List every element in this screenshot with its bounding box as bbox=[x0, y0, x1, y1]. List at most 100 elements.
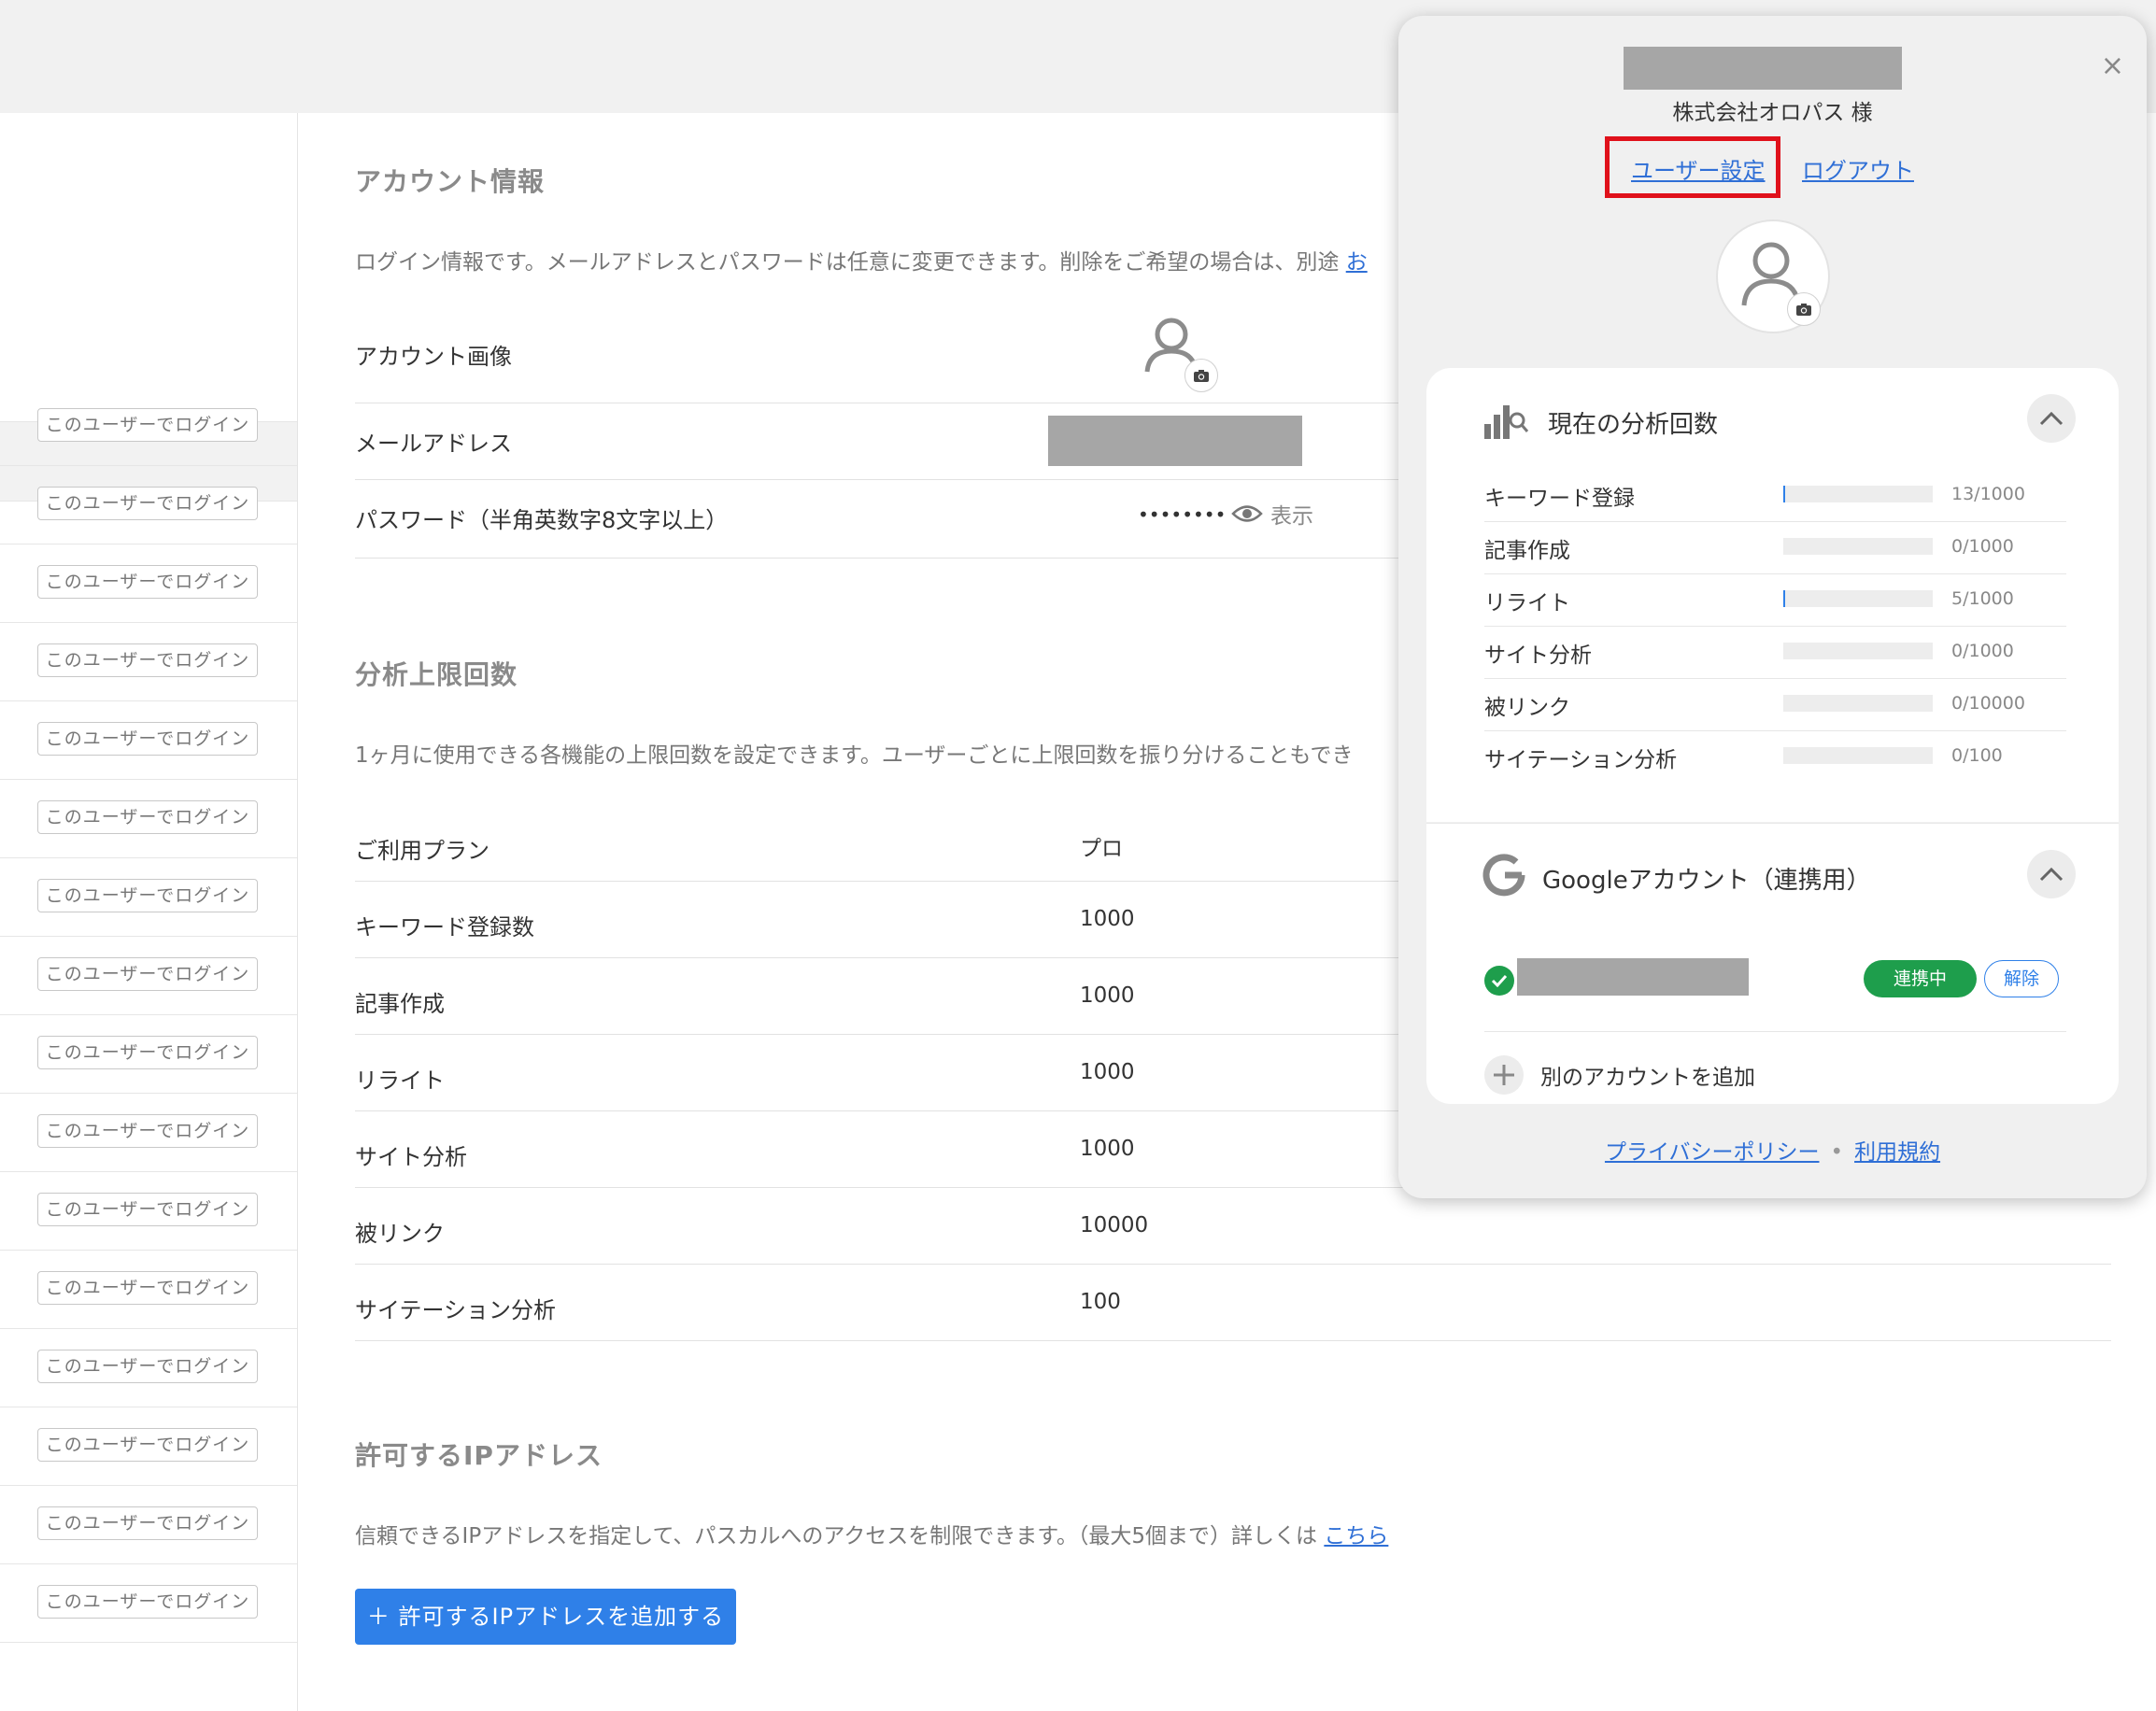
google-title: Googleアカウント（連携用） bbox=[1542, 867, 1871, 895]
close-icon[interactable]: × bbox=[2101, 49, 2124, 82]
limit-value: 1000 bbox=[1080, 1060, 1135, 1084]
chevron-up-icon bbox=[2039, 867, 2064, 882]
user-settings-link[interactable]: ユーザー設定 bbox=[1631, 152, 1766, 185]
limit-value: 1000 bbox=[1080, 907, 1135, 931]
usage-progress-bar bbox=[1783, 643, 1933, 659]
login-as-user-button[interactable]: このユーザーでログイン bbox=[37, 1350, 258, 1383]
login-as-user-button[interactable]: このユーザーでログイン bbox=[37, 722, 258, 756]
usage-count: 5/1000 bbox=[1951, 588, 2014, 609]
ip-details-link[interactable]: こちら bbox=[1324, 1524, 1388, 1548]
limits-description: 1ヶ月に使用できる各機能の上限回数を設定できます。ユーザーごとに上限回数を振り分… bbox=[355, 743, 1354, 768]
usage-row: リライト 5/1000 bbox=[1484, 573, 2066, 627]
sidebar-user-row: このユーザーでログイン bbox=[0, 1171, 297, 1251]
google-account-redacted bbox=[1517, 958, 1749, 996]
limit-value: 10000 bbox=[1080, 1213, 1149, 1237]
sidebar-user-row: このユーザーでログイン bbox=[0, 857, 297, 937]
usage-row: サイテーション分析 0/100 bbox=[1484, 730, 2066, 783]
sidebar-user-row: このユーザーでログイン bbox=[0, 1014, 297, 1094]
collapse-usage-button[interactable] bbox=[2027, 394, 2076, 443]
login-as-user-button[interactable]: このユーザーでログイン bbox=[37, 1585, 258, 1619]
sidebar-user-row: このユーザーでログイン bbox=[0, 700, 297, 780]
popup-camera-icon[interactable] bbox=[1787, 292, 1821, 326]
limit-row: 被リンク 10000 bbox=[355, 1187, 2111, 1265]
sidebar: このユーザーでログイン このユーザーでログイン このユーザーでログイン このユーザーで… bbox=[0, 113, 298, 1711]
limit-value: 1000 bbox=[1080, 983, 1135, 1008]
email-label: メールアドレス bbox=[355, 431, 512, 457]
email-redacted bbox=[1048, 416, 1302, 466]
usage-row: サイト分析 0/1000 bbox=[1484, 626, 2066, 679]
sidebar-user-row: このユーザーでログイン bbox=[0, 779, 297, 858]
sidebar-user-row: このユーザーでログイン bbox=[0, 1407, 297, 1486]
login-as-user-button[interactable]: このユーザーでログイン bbox=[37, 408, 258, 442]
login-as-user-button[interactable]: このユーザーでログイン bbox=[37, 1193, 258, 1226]
popup-avatar[interactable] bbox=[1716, 219, 1830, 333]
usage-count: 0/100 bbox=[1951, 745, 2003, 766]
camera-icon[interactable] bbox=[1184, 359, 1218, 392]
terms-link[interactable]: 利用規約 bbox=[1854, 1140, 1940, 1165]
linked-status-badge: 連携中 bbox=[1864, 960, 1977, 997]
limit-label: サイト分析 bbox=[355, 1144, 467, 1170]
ip-description-text: 信頼できるIPアドレスを指定して、パスカルへのアクセスを制限できます。（最大5個… bbox=[355, 1524, 1318, 1548]
login-as-user-button[interactable]: このユーザーでログイン bbox=[37, 879, 258, 912]
sidebar-user-row: このユーザーでログイン bbox=[0, 1485, 297, 1564]
sidebar-user-row: このユーザーでログイン bbox=[0, 1563, 297, 1643]
usage-label: サイト分析 bbox=[1484, 643, 1592, 668]
usage-label: 被リンク bbox=[1484, 696, 1570, 720]
privacy-link[interactable]: プライバシーポリシー bbox=[1605, 1140, 1820, 1165]
logout-link[interactable]: ログアウト bbox=[1802, 152, 1914, 185]
login-as-user-button[interactable]: このユーザーでログイン bbox=[37, 957, 258, 991]
usage-progress-bar bbox=[1783, 747, 1933, 764]
login-as-user-button[interactable]: このユーザーでログイン bbox=[37, 487, 258, 520]
separator-dot: • bbox=[1830, 1140, 1844, 1165]
login-as-user-button[interactable]: このユーザーでログイン bbox=[37, 1428, 258, 1462]
limit-value: 100 bbox=[1080, 1290, 1121, 1314]
usage-count: 0/10000 bbox=[1951, 693, 2025, 714]
limits-section-title: 分析上限回数 bbox=[355, 659, 518, 690]
login-as-user-button[interactable]: このユーザーでログイン bbox=[37, 800, 258, 834]
limit-row: サイテーション分析 100 bbox=[355, 1264, 2111, 1341]
login-as-user-button[interactable]: このユーザーでログイン bbox=[37, 1271, 258, 1305]
collapse-google-button[interactable] bbox=[2027, 850, 2076, 898]
login-as-user-button[interactable]: このユーザーでログイン bbox=[37, 565, 258, 599]
unlink-button[interactable]: 解除 bbox=[1984, 960, 2059, 997]
account-description-text: ログイン情報です。メールアドレスとパスワードは任意に変更できます。削除をご希望の… bbox=[355, 250, 1340, 275]
account-contact-link[interactable]: お bbox=[1346, 250, 1368, 275]
usage-progress-bar bbox=[1783, 695, 1933, 712]
ip-description: 信頼できるIPアドレスを指定して、パスカルへのアクセスを制限できます。（最大5個… bbox=[355, 1518, 1388, 1549]
usage-progress-bar bbox=[1783, 486, 1933, 502]
add-ip-button[interactable]: ＋ 許可するIPアドレスを追加する bbox=[355, 1589, 736, 1645]
add-account-button[interactable]: 別のアカウントを追加 bbox=[1484, 1055, 1755, 1095]
account-description: ログイン情報です。メールアドレスとパスワードは任意に変更できます。削除をご希望の… bbox=[355, 244, 1368, 276]
account-image-label: アカウント画像 bbox=[355, 344, 512, 370]
usage-row: 記事作成 0/1000 bbox=[1484, 521, 2066, 574]
google-icon bbox=[1482, 854, 1525, 897]
sidebar-user-row: このユーザーでログイン bbox=[0, 387, 297, 466]
usage-label: 記事作成 bbox=[1484, 539, 1570, 563]
ip-section-title: 許可するIPアドレス bbox=[355, 1440, 603, 1471]
show-password-label: 表示 bbox=[1270, 504, 1313, 529]
sidebar-user-row: このユーザーでログイン bbox=[0, 1328, 297, 1407]
sidebar-user-row: このユーザーでログイン bbox=[0, 936, 297, 1015]
usage-progress-fill bbox=[1783, 590, 1785, 607]
password-label: パスワード（半角英数字8文字以上） bbox=[355, 507, 729, 533]
login-as-user-button[interactable]: このユーザーでログイン bbox=[37, 1114, 258, 1148]
login-as-user-button[interactable]: このユーザーでログイン bbox=[37, 643, 258, 677]
usage-count: 0/1000 bbox=[1951, 641, 2014, 661]
sidebar-user-row: このユーザーでログイン bbox=[0, 1250, 297, 1329]
password-value: •••••••• bbox=[1138, 503, 1227, 526]
check-icon bbox=[1484, 966, 1514, 996]
usage-label: サイテーション分析 bbox=[1484, 748, 1678, 772]
usage-row: キーワード登録 13/1000 bbox=[1484, 469, 2066, 522]
limit-value: プロ bbox=[1080, 837, 1123, 861]
login-as-user-button[interactable]: このユーザーでログイン bbox=[37, 1036, 258, 1069]
limit-label: リライト bbox=[355, 1068, 445, 1094]
usage-progress-bar bbox=[1783, 590, 1933, 607]
limit-label: 記事作成 bbox=[355, 991, 445, 1017]
user-name-redacted bbox=[1624, 47, 1902, 90]
usage-label: リライト bbox=[1484, 591, 1570, 615]
sidebar-user-row: このユーザーでログイン bbox=[0, 544, 297, 623]
company-name: 株式会社オロパス 様 bbox=[1672, 101, 1873, 125]
plus-icon bbox=[1484, 1055, 1524, 1095]
login-as-user-button[interactable]: このユーザーでログイン bbox=[37, 1506, 258, 1540]
show-password-toggle[interactable]: 表示 bbox=[1231, 498, 1313, 530]
